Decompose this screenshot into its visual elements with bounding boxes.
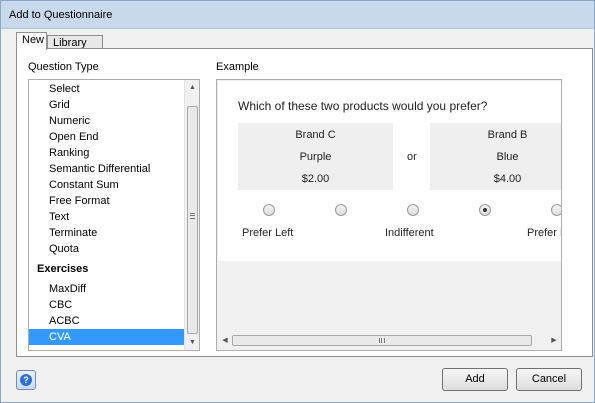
example-preview: Which of these two products would you pr… xyxy=(218,81,561,261)
list-item[interactable]: Semantic Differential xyxy=(29,161,185,177)
product-card-left: Brand C Purple $2.00 xyxy=(238,123,393,190)
list-item[interactable]: Quota xyxy=(29,241,185,257)
scale-radio-1[interactable] xyxy=(263,204,275,216)
list-item[interactable]: Text xyxy=(29,209,185,225)
question-type-vscrollbar[interactable]: ▲ ▼ xyxy=(184,80,199,350)
list-item[interactable]: Terminate xyxy=(29,225,185,241)
scale-radio-3[interactable] xyxy=(407,204,419,216)
scale-radio-2[interactable] xyxy=(335,204,347,216)
list-item-selected[interactable]: CVA xyxy=(29,329,185,345)
example-hscrollbar[interactable]: ◀ ▶ xyxy=(218,333,561,348)
list-item[interactable]: Free Format xyxy=(29,193,185,209)
product-attribute: Brand B xyxy=(487,129,528,141)
product-attribute: $4.00 xyxy=(493,173,522,185)
tab-panel-new: Question Type Example Select Grid Numeri… xyxy=(16,48,593,357)
question-type-list[interactable]: Select Grid Numeric Open End Ranking Sem… xyxy=(28,79,200,351)
question-type-label: Question Type xyxy=(28,61,99,73)
list-item[interactable]: Open End xyxy=(29,129,185,145)
tab-library[interactable]: Library xyxy=(47,35,103,49)
product-attribute: Blue xyxy=(496,151,519,163)
list-item[interactable]: Grid xyxy=(29,97,185,113)
title-bar: Add to Questionnaire xyxy=(1,1,594,29)
grip-icon xyxy=(379,338,385,343)
list-item[interactable]: CBC xyxy=(29,297,185,313)
product-card-right: Brand B Blue $4.00 xyxy=(430,123,561,190)
list-item[interactable]: Numeric xyxy=(29,113,185,129)
scale-label-middle: Indifferent xyxy=(385,227,434,239)
add-button[interactable]: Add xyxy=(442,368,508,391)
scroll-thumb[interactable] xyxy=(232,335,532,346)
example-pane: Which of these two products would you pr… xyxy=(216,79,562,351)
example-label: Example xyxy=(216,61,259,73)
scale-radio-5[interactable] xyxy=(551,204,561,216)
scroll-thumb[interactable] xyxy=(187,106,198,334)
scale-label-right: Prefer Right xyxy=(527,227,561,239)
help-icon: ? xyxy=(20,374,32,386)
window-title: Add to Questionnaire xyxy=(9,9,113,21)
example-question: Which of these two products would you pr… xyxy=(238,99,488,113)
list-item[interactable]: Select xyxy=(29,81,185,97)
add-to-questionnaire-dialog: Add to Questionnaire New Library Questio… xyxy=(0,0,595,403)
scale-label-left: Prefer Left xyxy=(242,227,294,239)
exercises-header: Exercises xyxy=(37,263,89,275)
grip-icon xyxy=(190,213,195,219)
list-item[interactable]: ACBC xyxy=(29,313,185,329)
product-attribute: Purple xyxy=(299,151,332,163)
scale-radio-4[interactable] xyxy=(479,204,491,216)
list-item[interactable]: Constant Sum xyxy=(29,177,185,193)
scroll-down-icon[interactable]: ▼ xyxy=(185,335,199,350)
scroll-right-icon[interactable]: ▶ xyxy=(547,333,561,348)
cancel-button[interactable]: Cancel xyxy=(516,368,582,391)
scroll-left-icon[interactable]: ◀ xyxy=(218,333,232,348)
product-attribute: $2.00 xyxy=(301,173,330,185)
or-label: or xyxy=(407,151,417,163)
tab-new[interactable]: New xyxy=(16,32,47,50)
scroll-up-icon[interactable]: ▲ xyxy=(185,80,199,95)
product-attribute: Brand C xyxy=(295,129,336,141)
help-button[interactable]: ? xyxy=(16,370,36,390)
list-item[interactable]: Ranking xyxy=(29,145,185,161)
list-item[interactable]: MaxDiff xyxy=(29,281,185,297)
